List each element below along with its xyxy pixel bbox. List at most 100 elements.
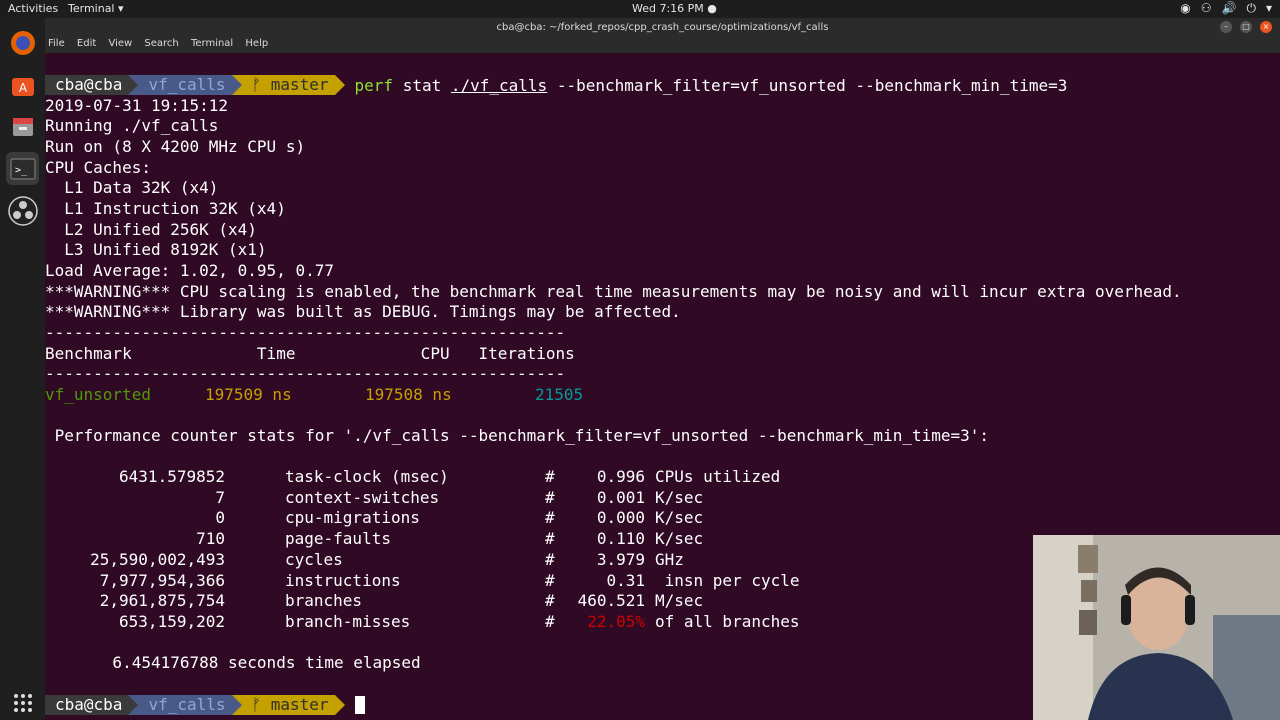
window-titlebar[interactable]: cba@cba: ~/forked_repos/cpp_crash_course…: [45, 18, 1280, 38]
command-stat: stat: [393, 75, 451, 95]
stat-event: cycles: [285, 550, 343, 569]
result-iterations: 21505: [535, 385, 584, 404]
stat-unit: GHz: [655, 550, 684, 569]
close-button[interactable]: ×: [1260, 21, 1272, 33]
menu-file[interactable]: File: [48, 38, 65, 49]
stat-value: 710: [196, 529, 225, 548]
prompt-branch: ᚠ master: [241, 75, 335, 95]
prompt-user: cba@cba: [45, 75, 129, 95]
volume-icon[interactable]: 🔊: [1222, 1, 1237, 16]
output-load-average: Load Average: 1.02, 0.95, 0.77: [45, 261, 334, 280]
output-l3: L3 Unified 8192K (x1): [45, 240, 267, 259]
menu-view[interactable]: View: [108, 38, 132, 49]
stat-rate: 0.31: [606, 571, 645, 590]
prompt-dir: vf_calls: [138, 695, 232, 715]
perf-stats-header: Performance counter stats for './vf_call…: [45, 426, 990, 445]
git-branch-icon: ᚠ: [251, 75, 271, 94]
stat-unit: insn per cycle: [655, 571, 800, 590]
prompt-dir: vf_calls: [138, 75, 232, 95]
dock: A >_: [0, 18, 45, 720]
stat-hash: #: [545, 571, 555, 590]
output-l1i: L1 Instruction 32K (x4): [45, 199, 286, 218]
result-name: vf_unsorted: [45, 385, 151, 404]
menu-edit[interactable]: Edit: [77, 38, 96, 49]
menu-bar: File Edit View Search Terminal Help: [45, 38, 1280, 53]
prompt-branch: ᚠ master: [241, 695, 335, 715]
stat-event: page-faults: [285, 529, 391, 548]
stat-hash: #: [545, 508, 555, 527]
svg-text:>_: >_: [15, 165, 28, 176]
stat-value: 7: [215, 488, 225, 507]
stat-value: 25,590,002,493: [90, 550, 225, 569]
prompt-separator: [334, 695, 345, 715]
stat-unit: of all branches: [655, 612, 800, 631]
stat-value: 6431.579852: [119, 467, 225, 486]
prompt-separator: [231, 75, 242, 95]
stat-event: task-clock (msec): [285, 467, 449, 486]
system-tray[interactable]: ◉ ⚇ 🔊 ⏻ ▾: [1180, 1, 1272, 16]
command-args: --benchmark_filter=vf_unsorted --benchma…: [547, 75, 1068, 95]
shell-prompt: cba@cba vf_calls ᚠ master: [45, 695, 365, 715]
output-l2: L2 Unified 256K (x4): [45, 220, 257, 239]
stat-hash: #: [545, 467, 555, 486]
stat-value: 2,961,875,754: [99, 591, 225, 610]
output-table-header: Benchmark Time CPU Iterations: [45, 344, 575, 363]
output-run-on: Run on (8 X 4200 MHz CPU s): [45, 137, 306, 156]
firefox-icon[interactable]: [6, 26, 39, 59]
prompt-branch-name: master: [270, 75, 329, 94]
files-icon[interactable]: [6, 110, 39, 143]
text-cursor[interactable]: [354, 696, 365, 714]
output-date: 2019-07-31 19:15:12: [45, 96, 229, 115]
app-menu[interactable]: Terminal ▾: [68, 2, 124, 15]
stat-event: context-switches: [285, 488, 440, 507]
stat-rate: 0.110: [596, 529, 645, 548]
obs-icon[interactable]: [6, 194, 39, 227]
output-warning-scaling: ***WARNING*** CPU scaling is enabled, th…: [45, 282, 1182, 301]
minimize-button[interactable]: –: [1220, 21, 1232, 33]
chevron-down-icon[interactable]: ▾: [1266, 1, 1272, 16]
power-icon[interactable]: ⏻: [1246, 1, 1256, 16]
menu-help[interactable]: Help: [245, 38, 268, 49]
top-bar: Activities Terminal ▾ Wed 7:16 PM ● ◉ ⚇ …: [0, 0, 1280, 18]
stat-event: instructions: [285, 571, 401, 590]
stat-value: 7,977,954,366: [99, 571, 225, 590]
stat-unit: CPUs utilized: [655, 467, 781, 486]
stat-hash: #: [545, 612, 555, 631]
stat-hash: #: [545, 529, 555, 548]
menu-search[interactable]: Search: [144, 38, 178, 49]
output-separator: ----------------------------------------…: [45, 323, 566, 342]
output-l1d: L1 Data 32K (x4): [45, 178, 219, 197]
stat-hash: #: [545, 488, 555, 507]
stat-unit: K/sec: [655, 488, 704, 507]
stat-rate: 460.521: [577, 591, 645, 610]
obs-tray-icon[interactable]: ◉: [1180, 1, 1190, 16]
activities-button[interactable]: Activities: [8, 2, 58, 15]
software-center-icon[interactable]: A: [6, 68, 39, 101]
prompt-separator: [128, 695, 139, 715]
command-perf: perf: [354, 75, 394, 95]
stat-hash: #: [545, 591, 555, 610]
stat-unit: K/sec: [655, 508, 704, 527]
stat-value: 653,159,202: [119, 612, 225, 631]
stat-value: 0: [215, 508, 225, 527]
webcam-overlay: [1033, 535, 1280, 720]
stat-event: cpu-migrations: [285, 508, 420, 527]
terminal-icon[interactable]: >_: [6, 152, 39, 185]
network-icon[interactable]: ⚇: [1201, 1, 1212, 16]
stat-rate: 0.000: [596, 508, 645, 527]
perf-elapsed: 6.454176788 seconds time elapsed: [45, 653, 421, 672]
stat-event: branch-misses: [285, 612, 411, 631]
menu-terminal[interactable]: Terminal: [191, 38, 233, 49]
show-applications-icon[interactable]: [6, 686, 39, 719]
command-line: perf stat ./vf_calls --benchmark_filter=…: [355, 76, 1068, 95]
stat-rate: 0.001: [596, 488, 645, 507]
stat-rate: 22.05%: [587, 612, 645, 631]
maximize-button[interactable]: □: [1240, 21, 1252, 33]
prompt-branch-name: master: [270, 695, 329, 714]
prompt-user: cba@cba: [45, 695, 129, 715]
result-cpu: 197508 ns: [365, 385, 452, 404]
prompt-separator: [128, 75, 139, 95]
git-branch-icon: ᚠ: [251, 695, 271, 714]
clock[interactable]: Wed 7:16 PM ●: [632, 2, 717, 15]
output-warning-debug: ***WARNING*** Library was built as DEBUG…: [45, 302, 681, 321]
